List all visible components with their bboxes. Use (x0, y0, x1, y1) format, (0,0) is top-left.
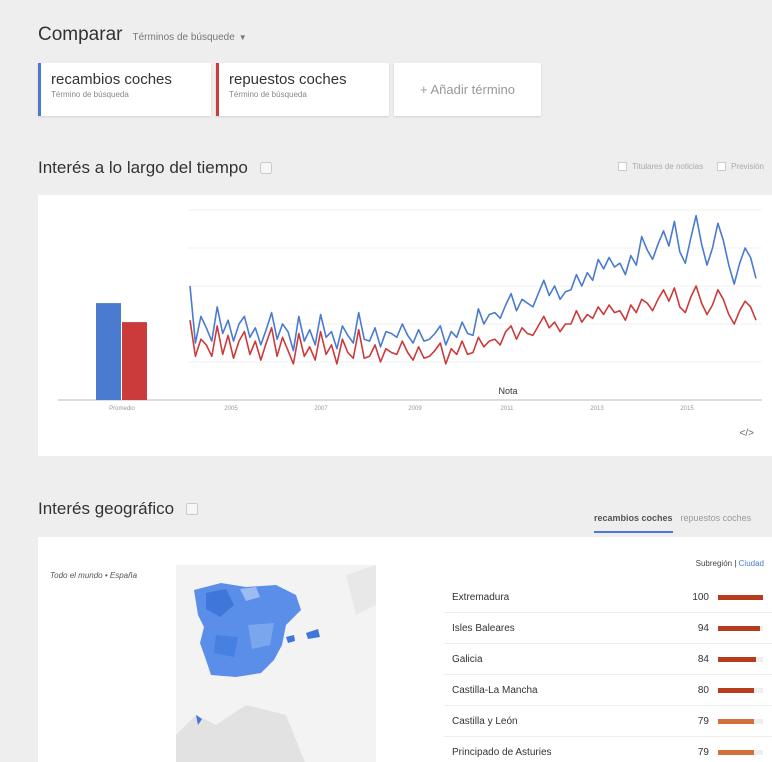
region-name: Principado de Asturies (452, 746, 552, 758)
compare-header: Comparar Términos de búsquede ▼ (38, 24, 247, 46)
region-bar (718, 718, 754, 724)
caret-down-icon: ▼ (238, 33, 247, 42)
region-bar-track (718, 656, 763, 662)
spain-map[interactable] (176, 565, 376, 762)
average-label: Promedio (109, 406, 135, 412)
news-headlines-toggle[interactable]: Titulares de noticias (618, 162, 704, 172)
geo-interest-header: Interés geográfico (38, 499, 199, 519)
interest-over-time-title: Interés a lo largo del tiempo (38, 158, 248, 177)
region-value: 94 (697, 622, 709, 634)
news-headlines-label: Titulares de noticias (632, 162, 704, 171)
chart-options: Titulares de noticias Previsión (618, 162, 764, 172)
region-bar (718, 656, 756, 662)
average-bar (96, 303, 121, 400)
region-bar-track (718, 687, 763, 693)
checkbox-icon (717, 162, 727, 172)
geo-interest-title: Interés geográfico (38, 499, 175, 518)
forecast-label: Previsión (731, 162, 764, 171)
help-icon[interactable] (186, 503, 199, 515)
tab-recambios-coches[interactable]: recambios coches (594, 513, 673, 533)
term-name: recambios coches (51, 71, 172, 88)
region-value: 79 (697, 715, 709, 727)
region-value: 84 (697, 653, 709, 665)
compare-title: Comparar (38, 24, 123, 45)
map-breadcrumb[interactable]: Todo el mundo • España (50, 571, 137, 580)
region-bar-track (718, 594, 763, 600)
region-bar-track (718, 749, 763, 755)
add-term-button[interactable]: + Añadir término (394, 63, 541, 116)
compare-type-label: Términos de búsquede (132, 32, 235, 43)
region-name: Castilla y León (452, 715, 518, 727)
region-value: 100 (692, 591, 709, 603)
x-tick-label: 2009 (408, 406, 422, 412)
region-bar (718, 594, 763, 600)
region-list: Extremadura 100 Isles Baleares 94 Galicia 84 C… (444, 582, 772, 762)
city-toggle[interactable]: Ciudad (739, 559, 764, 568)
forecast-toggle[interactable]: Previsión (717, 162, 764, 172)
term-type: Término de búsqueda (229, 90, 307, 99)
x-tick-label: 2005 (224, 406, 238, 412)
region-row[interactable]: Extremadura 100 (444, 582, 772, 613)
geo-term-tabs: recambios coches repuestos coches (594, 513, 751, 533)
term-card-repuestos[interactable]: repuestos coches Término de búsqueda (216, 63, 389, 116)
region-bar-track (718, 718, 763, 724)
term-card-recambios[interactable]: recambios coches Término de búsqueda (38, 63, 211, 116)
checkbox-icon (618, 162, 628, 172)
region-name: Galicia (452, 653, 483, 665)
geo-view-toggle: Subregión | Ciudad (695, 559, 764, 568)
x-tick-label: 2007 (314, 406, 328, 412)
subregion-toggle[interactable]: Subregión (696, 559, 732, 568)
region-bar (718, 749, 754, 755)
region-bar (718, 687, 754, 693)
region-bar (718, 625, 761, 631)
region-name: Isles Baleares (452, 622, 515, 634)
region-bar-track (718, 625, 763, 631)
term-type: Término de búsqueda (51, 90, 129, 99)
x-tick-label: 2015 (680, 406, 694, 412)
x-tick-label: 2013 (590, 406, 604, 412)
region-name: Castilla-La Mancha (452, 684, 538, 696)
tab-repuestos-coches[interactable]: repuestos coches (681, 513, 752, 533)
region-value: 79 (697, 746, 709, 758)
region-row[interactable]: Principado de Asturies 79 (444, 737, 772, 762)
interest-over-time-header: Interés a lo largo del tiempo (38, 158, 272, 178)
region-row[interactable]: Isles Baleares 94 (444, 613, 772, 644)
region-name: Extremadura (452, 591, 510, 603)
compare-type-dropdown[interactable]: Términos de búsquede ▼ (132, 32, 246, 43)
help-icon[interactable] (259, 162, 272, 174)
interest-over-time-panel: Promedio 2005 2007 2009 2011 2013 2015 Nota </> (38, 195, 772, 456)
interest-over-time-chart: Promedio 2005 2007 2009 2011 2013 2015 Nota (58, 209, 762, 412)
embed-code-icon[interactable]: </> (740, 428, 754, 439)
average-bar (122, 322, 147, 400)
geo-interest-panel: Todo el mundo • España Subregión | Ciuda… (38, 537, 772, 762)
region-row[interactable]: Castilla-La Mancha 80 (444, 675, 772, 706)
region-value: 80 (697, 684, 709, 696)
x-tick-label: 2011 (501, 406, 515, 412)
term-name: repuestos coches (229, 71, 347, 88)
note-marker: Nota (498, 386, 517, 396)
region-row[interactable]: Galicia 84 (444, 644, 772, 675)
region-row[interactable]: Castilla y León 79 (444, 706, 772, 737)
series-line (189, 214, 757, 352)
term-cards: recambios coches Término de búsqueda rep… (38, 63, 541, 116)
